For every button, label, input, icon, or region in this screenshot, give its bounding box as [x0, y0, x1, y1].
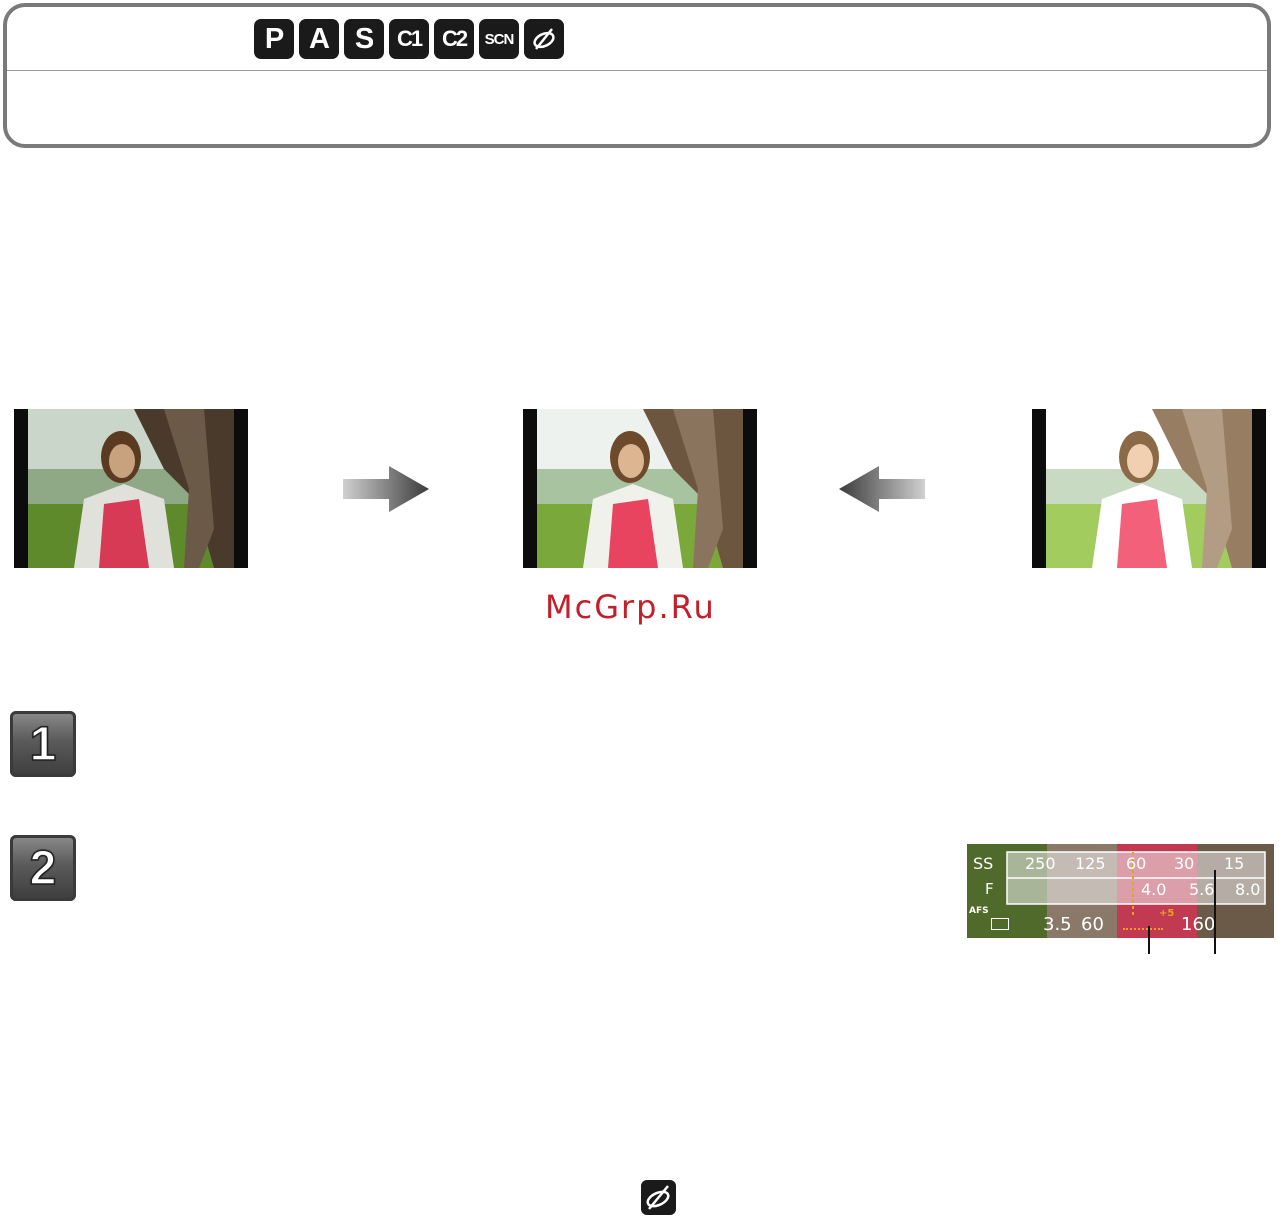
- mode-scn-icon: SCN: [479, 19, 519, 59]
- arrow-right-icon: [343, 466, 429, 517]
- arrow-left-icon: [839, 466, 925, 517]
- mode-c1-icon: C1: [389, 19, 429, 59]
- ss-scale-60: 60: [1126, 854, 1147, 873]
- ss-scale-15: 15: [1224, 854, 1245, 873]
- afs-label: AFS: [969, 906, 989, 916]
- exposure-meter-display: SS F 250 125 60 30 15 4.0 5.6 8.0 AFS 3.…: [967, 844, 1274, 938]
- callout-line-2: [1214, 870, 1216, 954]
- callout-line-1: [1148, 926, 1150, 954]
- mode-a-icon: A: [299, 19, 339, 59]
- ev-label: +5: [1159, 908, 1175, 919]
- mode-icon-row: P A S C1 C2 SCN: [254, 19, 564, 59]
- aperture-readout: 3.5: [1043, 914, 1072, 935]
- creative-control-icon: [524, 19, 564, 59]
- metering-icon: [991, 918, 1009, 930]
- step-2-badge: 2: [10, 835, 76, 901]
- creative-control-icon-small: [641, 1180, 676, 1215]
- mode-c2-icon: C2: [434, 19, 474, 59]
- photo-bright-example: [1032, 409, 1266, 568]
- ss-scale-125: 125: [1075, 854, 1106, 873]
- mode-p-icon: P: [254, 19, 294, 59]
- f-scale-8: 8.0: [1235, 880, 1261, 899]
- f-scale-5-6: 5.6: [1189, 880, 1215, 899]
- ss-scale-30: 30: [1174, 854, 1195, 873]
- shutter-readout: 60: [1081, 914, 1104, 935]
- ss-label: SS: [973, 854, 994, 873]
- ss-scale-250: 250: [1025, 854, 1056, 873]
- exposure-level-meter-icon: [1123, 920, 1163, 930]
- mode-s-icon: S: [344, 19, 384, 59]
- f-scale-4: 4.0: [1141, 880, 1167, 899]
- photo-dark-example: [14, 409, 248, 568]
- header-divider: [7, 70, 1267, 71]
- iso-readout: 160: [1181, 914, 1216, 935]
- watermark-text: McGrp.Ru: [545, 588, 716, 626]
- step-1-badge: 1: [10, 711, 76, 777]
- mode-header-box: [3, 3, 1271, 148]
- photo-correct-example: [523, 409, 757, 568]
- f-label: F: [985, 880, 994, 898]
